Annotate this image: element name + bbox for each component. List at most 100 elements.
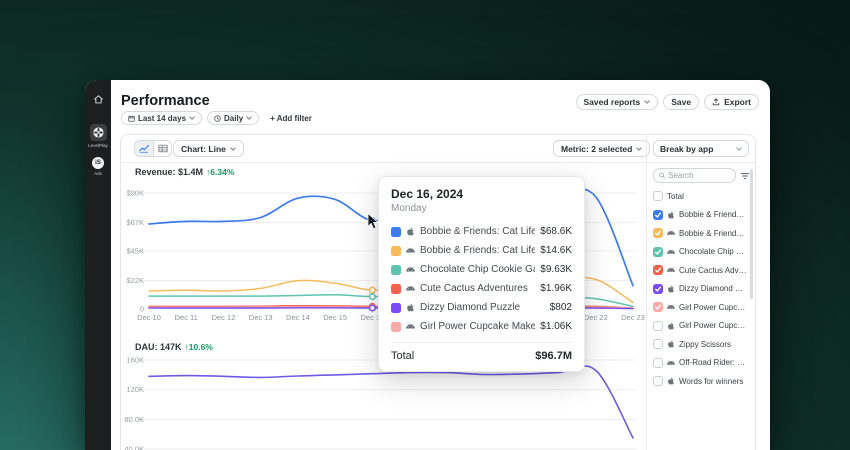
tooltip-row: Cute Cactus Adventures $1.96K: [391, 279, 572, 298]
main-content: Performance Saved reports Save Export La…: [111, 80, 770, 450]
checkbox-checked[interactable]: [653, 284, 663, 294]
apple-icon: [667, 340, 675, 348]
app-list-item[interactable]: Girl Power Cupcake Ma...: [653, 317, 747, 336]
tooltip-total-value: $96.7M: [535, 350, 572, 362]
tooltip-app-name: Bobbie & Friends: Cat Life...: [420, 226, 535, 237]
checkbox-unchecked[interactable]: [653, 376, 663, 386]
svg-text:80.0K: 80.0K: [124, 415, 144, 424]
android-icon: [406, 265, 415, 274]
filter-icon[interactable]: [740, 172, 750, 180]
tooltip-date: Dec 16, 2024: [391, 187, 572, 201]
svg-text:$22K: $22K: [126, 276, 144, 285]
app-list-item[interactable]: Words for winners: [653, 372, 747, 391]
tooltip-row: Chocolate Chip Cookie Ga...$9.63K: [391, 260, 572, 279]
app-filter-panel: Total Bobbie & Friends: Cat L... Bobbie & …: [647, 163, 755, 450]
apple-icon: [667, 285, 675, 293]
android-icon: [667, 248, 675, 256]
metric-dropdown[interactable]: Metric: 2 selected: [553, 140, 650, 157]
app-list-item[interactable]: Bobbie & Friends: Cat L...: [653, 206, 747, 225]
app-list: Total Bobbie & Friends: Cat L... Bobbie & …: [653, 187, 747, 391]
svg-text:Dec 22: Dec 22: [584, 313, 608, 322]
tooltip-row: Bobbie & Friends: Cat Life...$68.6K: [391, 222, 572, 241]
series-swatch: [391, 303, 401, 313]
ads-icon[interactable]: iS: [92, 157, 104, 169]
checkbox-checked[interactable]: [653, 265, 663, 275]
search-input[interactable]: [668, 171, 730, 180]
app-list-item[interactable]: Cute Cactus Adventures: [653, 261, 747, 280]
checkbox-unchecked[interactable]: [653, 339, 663, 349]
line-view-button[interactable]: [135, 141, 153, 156]
android-icon: [667, 229, 675, 237]
svg-text:Dec 23: Dec 23: [621, 313, 645, 322]
home-icon[interactable]: [93, 92, 104, 110]
tooltip-app-name: Girl Power Cupcake Maker: [420, 321, 535, 332]
tooltip-app-value: $802: [550, 302, 572, 313]
break-by-dropdown[interactable]: Break by app: [653, 140, 749, 157]
export-button[interactable]: Export: [704, 94, 759, 110]
app-label: Total: [667, 192, 684, 201]
app-window: LevelPlay iS Ads Performance Saved repor…: [85, 80, 770, 450]
app-list-item[interactable]: Bobbie & Friends: Cat L...: [653, 224, 747, 243]
checkbox-checked[interactable]: [653, 247, 663, 257]
ads-label: Ads: [94, 171, 102, 176]
android-icon: [667, 303, 675, 311]
search-icon: [659, 172, 665, 179]
chart-type-dropdown[interactable]: Chart: Line: [173, 140, 244, 157]
app-list-item[interactable]: Dizzy Diamond Puzzle: [653, 280, 747, 299]
svg-text:$67K: $67K: [126, 218, 144, 227]
app-label: Dizzy Diamond Puzzle: [679, 284, 747, 293]
series-swatch: [391, 227, 401, 237]
mouse-cursor-icon: [367, 213, 380, 230]
levelplay-icon[interactable]: [90, 124, 107, 141]
apple-icon: [667, 377, 675, 385]
checkbox-unchecked[interactable]: [653, 191, 663, 201]
app-label: Off-Road Rider: Multi L...: [679, 358, 747, 367]
chevron-down-icon: [644, 100, 650, 104]
checkbox-unchecked[interactable]: [653, 321, 663, 331]
tooltip-day: Monday: [391, 203, 572, 214]
filter-bar: Last 14 days Daily + Add filter: [121, 111, 318, 125]
app-label: Words for winners: [679, 377, 743, 386]
app-list-item[interactable]: Girl Power Cupcake Ma...: [653, 298, 747, 317]
app-label: Bobbie & Friends: Cat L...: [679, 229, 747, 238]
tooltip-total-row: Total $96.7M: [391, 342, 572, 362]
chevron-down-icon: [636, 147, 642, 151]
chevron-down-icon: [246, 116, 252, 120]
apple-icon: [406, 227, 415, 236]
tooltip-app-value: $1.96K: [540, 283, 572, 294]
tooltip-row: Bobbie & Friends: Cat Life... $14.6K: [391, 241, 572, 260]
apple-icon: [667, 322, 675, 330]
app-list-item[interactable]: Off-Road Rider: Multi L...: [653, 354, 747, 373]
clock-icon: [214, 115, 221, 122]
tooltip-app-name: Bobbie & Friends: Cat Life...: [420, 245, 535, 256]
checkbox-checked[interactable]: [653, 228, 663, 238]
save-button[interactable]: Save: [663, 94, 699, 110]
nav-rail: LevelPlay iS Ads: [85, 80, 111, 450]
saved-reports-button[interactable]: Saved reports: [576, 94, 659, 110]
app-label: Cute Cactus Adventures: [679, 266, 747, 275]
app-label: Chocolate Chip Cookie...: [679, 247, 747, 256]
app-label: Girl Power Cupcake Ma...: [679, 303, 747, 312]
app-list-item[interactable]: Zippy Scissors: [653, 335, 747, 354]
add-filter-button[interactable]: + Add filter: [264, 111, 318, 125]
tooltip-app-value: $14.6K: [540, 245, 572, 256]
app-list-item[interactable]: Total: [653, 187, 747, 206]
date-range-chip[interactable]: Last 14 days: [121, 111, 202, 125]
svg-text:$90K: $90K: [126, 189, 144, 198]
header-actions: Saved reports Save Export: [576, 94, 759, 110]
chart-tooltip: Dec 16, 2024 Monday Bobbie & Friends: Ca…: [378, 176, 585, 372]
svg-text:120K: 120K: [126, 385, 144, 394]
granularity-chip[interactable]: Daily: [207, 111, 259, 125]
revenue-metric-title: Revenue: $1.4M↑6.34%: [135, 167, 234, 177]
panel-scrollbar[interactable]: [750, 169, 753, 299]
table-view-button[interactable]: [153, 141, 171, 156]
checkbox-checked[interactable]: [653, 302, 663, 312]
tooltip-app-name: Chocolate Chip Cookie Ga...: [420, 264, 535, 275]
tooltip-row: Dizzy Diamond Puzzle $802: [391, 298, 572, 317]
checkbox-checked[interactable]: [653, 210, 663, 220]
checkbox-unchecked[interactable]: [653, 358, 663, 368]
tooltip-app-name: Dizzy Diamond Puzzle: [420, 302, 545, 313]
svg-text:Dec 11: Dec 11: [175, 313, 198, 322]
app-list-item[interactable]: Chocolate Chip Cookie...: [653, 243, 747, 262]
tooltip-app-name: Cute Cactus Adventures: [420, 283, 535, 294]
